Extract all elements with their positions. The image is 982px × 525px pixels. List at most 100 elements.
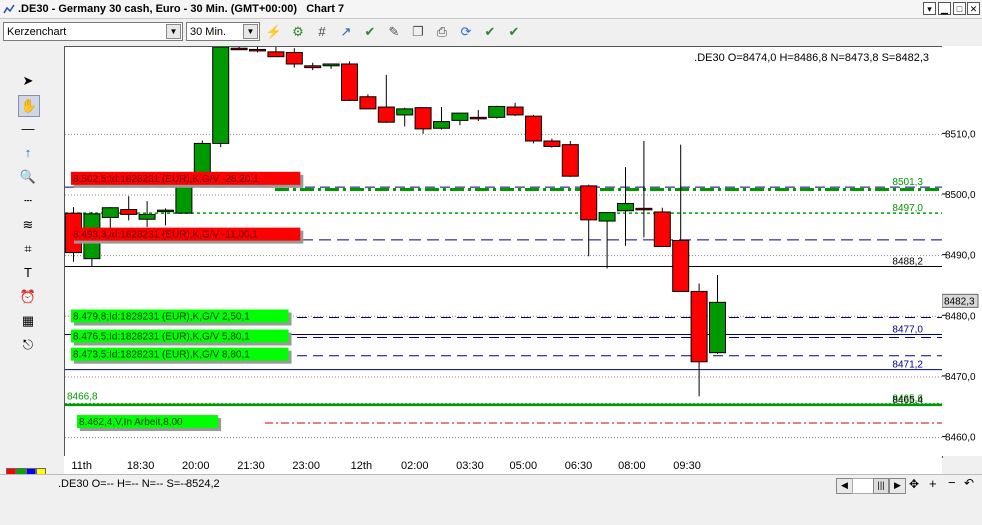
scroll-left-button[interactable]: ◀ (836, 478, 853, 494)
candle-body[interactable] (341, 63, 358, 101)
candle-body[interactable] (101, 207, 119, 218)
level-label: 8488,2 (892, 257, 923, 268)
candle-body[interactable] (359, 96, 377, 110)
x-tick-label: 21:30 (237, 460, 265, 472)
chevron-down-icon[interactable]: ▼ (243, 24, 258, 39)
grid-icon[interactable]: # (313, 23, 331, 41)
candle-body[interactable] (249, 48, 266, 52)
candle-body[interactable] (157, 209, 174, 213)
candle-body[interactable] (488, 105, 506, 118)
chart-area[interactable]: 8501,3 8497,0 8488,2 8477,0 8471,2 8465,6 8465… (64, 46, 943, 458)
zoom-icon[interactable]: 🔍 (18, 167, 38, 187)
candle-body[interactable] (451, 112, 469, 121)
chevron-down-icon[interactable]: ▼ (166, 24, 181, 39)
candle-body[interactable] (396, 108, 414, 116)
zoom-in-icon[interactable]: + (929, 476, 937, 491)
candle-body[interactable] (525, 115, 542, 142)
y-tick-label: 8480,0 (945, 311, 976, 322)
order-label-text: 8.493,3;Id:1828231 (EUR),K,G/V -11,00,1 (73, 230, 258, 241)
x-tick-label: 20:00 (182, 460, 210, 472)
dotted-lines-icon[interactable]: ┄ (18, 191, 38, 211)
candle-body[interactable] (672, 239, 690, 292)
order-label-text: 8.473,5;Id:1828231 (EUR),K,G/V 8,80,1 (73, 350, 250, 361)
order-label[interactable]: 8.493,3;Id:1828231 (EUR),K,G/V -11,00,1 (71, 227, 304, 244)
hand-pan-icon[interactable]: ✋ (18, 95, 40, 117)
candle-body[interactable] (561, 144, 579, 177)
price-axis[interactable]: 8510,0 8500,0 8490,0 8480,0 8470,0 8460,0 8482… (941, 46, 982, 456)
shapes-icon[interactable]: ⌗ (18, 239, 38, 259)
y-tick-label: 8490,0 (945, 251, 976, 262)
zoom-out-icon[interactable]: − (948, 475, 956, 490)
order-label[interactable]: 8.502,5;Id:1828231 (EUR),K,G/V -28,20,1 (71, 171, 304, 188)
order-label-text: 8.502,5;Id:1828231 (EUR),K,G/V -28,20,1 (73, 174, 259, 185)
settings-check-icon[interactable]: ✔ (481, 23, 499, 41)
candle-body[interactable] (285, 51, 303, 65)
minimize-button[interactable]: ▾ (923, 2, 936, 15)
candle-body[interactable] (653, 211, 671, 248)
chart-type-select[interactable]: Kerzenchart ▼ (3, 22, 183, 41)
order-label-text: 8.476,5;Id:1828231 (EUR),K,G/V 5,80,1 (73, 332, 250, 343)
candle-body[interactable] (230, 47, 248, 51)
candle-body[interactable] (138, 213, 156, 220)
refresh-icon[interactable]: ⟳ (457, 23, 475, 41)
restore-button[interactable]: ▁ (938, 2, 951, 15)
trendline-icon[interactable]: ↗ (337, 23, 355, 41)
verify-icon[interactable]: ✔ (505, 23, 523, 41)
cursor-arrow-icon[interactable]: ➤ (18, 71, 38, 91)
x-tick-label: 02:00 (401, 460, 429, 472)
candle-body[interactable] (635, 207, 653, 211)
candle-body[interactable] (120, 209, 138, 215)
candle-body[interactable] (212, 46, 230, 144)
copy-icon[interactable]: ❐ (409, 23, 427, 41)
candle-body[interactable] (377, 106, 395, 123)
candle-body[interactable] (433, 121, 450, 129)
scrollbar-thumb[interactable]: ||| (873, 478, 889, 494)
chart-type-value: Kerzenchart (7, 26, 67, 38)
candle-body[interactable] (414, 107, 432, 130)
level-label: 8497,0 (892, 203, 923, 214)
print-icon[interactable]: ⎙ (433, 23, 451, 41)
time-axis: 11th 18:30 20:00 21:30 23:00 12th 02:00 03:30 05… (64, 456, 942, 474)
edit-icon[interactable]: ✎ (385, 23, 403, 41)
undo-icon[interactable]: ↶ (964, 476, 974, 490)
order-label[interactable]: 8.479,8;Id:1828231 (EUR),K,G/V 2,50,1 (71, 309, 292, 326)
chart-app-icon (3, 4, 15, 14)
status-value: 8524,2 (186, 478, 220, 490)
candle-body[interactable] (598, 212, 616, 222)
calculator-icon[interactable]: ▦ (18, 311, 38, 331)
timeframe-select[interactable]: 30 Min. ▼ (186, 22, 260, 41)
order-label[interactable]: 8.462,4,V,In Arbeit,8,00 (77, 415, 222, 432)
candle-body[interactable] (322, 63, 340, 67)
candle-body[interactable] (617, 202, 634, 212)
candle-body[interactable] (690, 290, 708, 363)
order-label[interactable]: 8.476,5;Id:1828231 (EUR),K,G/V 5,80,1 (71, 329, 292, 346)
edit-check-icon[interactable]: ✔ (361, 23, 379, 41)
current-price-label: 8482,3 (944, 296, 975, 307)
ohlc-header: .DE30 O=8474,0 H=8486,8 N=8473,8 S=8482,… (694, 52, 929, 64)
fibonacci-icon[interactable]: ≋ (18, 215, 38, 235)
order-label[interactable]: 8.473,5;Id:1828231 (EUR),K,G/V 8,80,1 (71, 347, 292, 364)
export-icon[interactable]: ⎋ (18, 335, 38, 355)
indicator-add-icon[interactable]: ⚡ (265, 23, 283, 41)
horizontal-line-icon[interactable]: — (18, 119, 38, 139)
scrollbar-track[interactable] (852, 478, 874, 494)
candle-body[interactable] (469, 116, 487, 120)
text-tool-icon[interactable]: T (18, 263, 38, 283)
scroll-right-button[interactable]: ▶ (889, 478, 906, 494)
move-icon[interactable]: ✥ (909, 477, 919, 491)
candle-body[interactable] (543, 140, 561, 147)
window-titlebar: .DE30 - Germany 30 cash, Euro - 30 Min. … (0, 0, 982, 19)
candle-body[interactable] (709, 301, 726, 354)
candle-body[interactable] (506, 106, 524, 116)
close-button[interactable]: ✕ (967, 2, 980, 15)
candle-body[interactable] (267, 51, 285, 58)
x-tick-label: 08:00 (618, 460, 646, 472)
x-tick-label: 05:00 (510, 460, 538, 472)
candle-body[interactable] (580, 185, 598, 221)
indicator-settings-icon[interactable]: ⚙ (289, 23, 307, 41)
maximize-button[interactable]: □ (953, 2, 966, 15)
arrow-up-icon[interactable]: ↑ (18, 143, 38, 163)
alarm-clock-icon[interactable]: ⏰ (18, 287, 38, 307)
candle-body[interactable] (304, 65, 322, 69)
drawing-tools-panel: ➤ ✋ — ↑ 🔍 ┄ ≋ ⌗ T ⏰ ▦ ⎋ (6, 45, 58, 455)
